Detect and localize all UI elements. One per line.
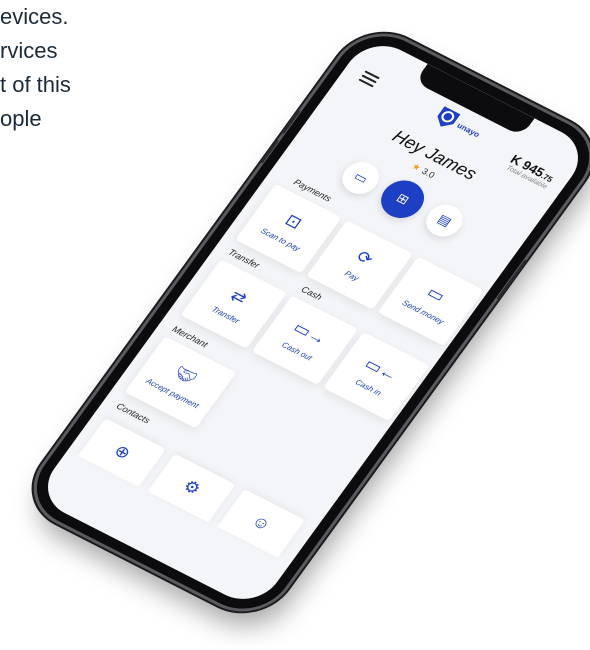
background-line: ople — [0, 106, 42, 131]
wallet-icon: ⟳ — [352, 246, 377, 269]
document-icon: ▤ — [434, 211, 455, 230]
section-contacts: Contacts — [114, 401, 153, 426]
brand-name: unayo — [455, 120, 482, 139]
contact-settings-icon: ⚙ — [179, 476, 205, 499]
profile-card-button[interactable]: ▭ — [335, 156, 386, 200]
contact-link[interactable]: ☺ — [217, 489, 306, 558]
background-copy: evices. rvices t of this ople — [0, 0, 71, 136]
add-contact-icon: ⊕ — [110, 441, 135, 464]
handshake-icon: 🤝︎ — [170, 362, 201, 389]
grid-button[interactable]: ⊞ — [372, 173, 433, 225]
contact-add[interactable]: ⊕ — [78, 418, 167, 487]
volume-up-button — [281, 109, 301, 135]
app-screen: unayo K 945.75 Total available Hey James… — [33, 34, 590, 611]
qr-scan-icon: ⊡ — [281, 210, 306, 233]
send-money-icon: ▭ — [423, 282, 449, 306]
contact-settings[interactable]: ⚙ — [147, 453, 236, 523]
grid-icon: ⊞ — [393, 190, 413, 208]
phone-frame: unayo K 945.75 Total available Hey James… — [18, 21, 590, 624]
background-line: rvices — [0, 38, 58, 63]
background-line: t of this — [0, 72, 71, 97]
tile-label: Pay — [342, 269, 361, 283]
contact-link-icon: ☺ — [248, 511, 275, 535]
menu-icon[interactable] — [357, 70, 380, 90]
section-cash: Cash — [299, 284, 325, 303]
tile-label: Cash in — [353, 377, 383, 398]
statement-button[interactable]: ▤ — [419, 198, 470, 243]
volume-down-button — [259, 139, 280, 164]
id-card-icon: ▭ — [351, 168, 371, 187]
background-line: evices. — [0, 4, 69, 29]
transfer-arrows-icon: ⇄ — [226, 285, 251, 309]
